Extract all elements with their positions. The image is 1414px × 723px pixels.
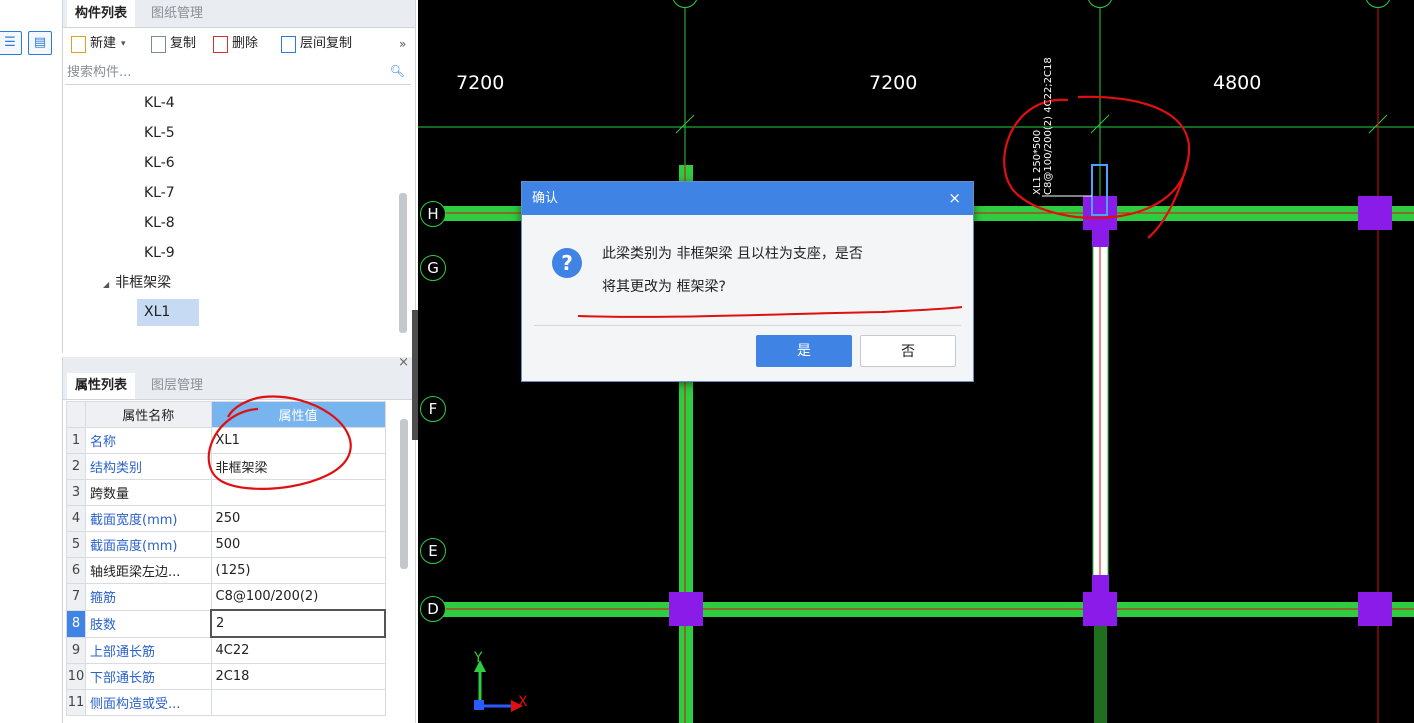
floor-copy-button[interactable]: 层间复制	[281, 34, 352, 54]
axis-label-e: E	[420, 538, 446, 564]
dimension-4800: 4800	[1213, 72, 1262, 94]
component-list-panel: 构件列表 图纸管理 新建 ▾ 复制 删除 层间复制 » 🔍︎ KL-4 KL-5…	[62, 0, 416, 353]
new-file-icon	[71, 35, 86, 53]
tree-item-kl6[interactable]: KL-6	[144, 151, 175, 175]
copy-button[interactable]: 复制	[151, 34, 196, 54]
search-icon[interactable]: 🔍︎	[390, 64, 405, 78]
form-view-icon[interactable]: ▤	[28, 31, 52, 55]
beam-annotation-line1: XL1 250*500	[1032, 129, 1043, 195]
tree-item-kl8[interactable]: KL-8	[144, 211, 175, 235]
expand-arrow-icon[interactable]: ◢	[103, 280, 109, 289]
no-button[interactable]: 否	[860, 335, 956, 367]
dimension-7200-a: 7200	[456, 72, 505, 94]
copy-icon	[151, 35, 166, 53]
axis-label-g: G	[420, 255, 446, 281]
tree-scrollbar[interactable]	[399, 193, 407, 333]
axis-label-f: F	[420, 396, 446, 422]
tree-item-kl7[interactable]: KL-7	[144, 181, 175, 205]
property-list-panel: × 属性列表 图层管理 属性名称 属性值 1 名称 XL1 2 结构类别 非框架梁 3跨…	[62, 355, 416, 723]
dropdown-arrow-icon[interactable]: ▾	[121, 34, 126, 54]
tree-item-xl1-selected[interactable]: XL1	[137, 299, 199, 326]
axis-label-d: D	[420, 596, 446, 622]
ucs-x-label: X	[518, 694, 528, 710]
delete-icon	[213, 35, 228, 53]
group-label: 非框架梁	[115, 275, 172, 291]
beam-annotation-line2: C8@100/200(2) 4C22;2C18	[1043, 57, 1054, 195]
list-view-icon[interactable]: ☰	[0, 31, 22, 55]
ucs-y-label: Y	[474, 650, 483, 666]
component-tabbar: 构件列表 图纸管理	[63, 0, 415, 28]
left-tool-strip: ☰ ▤	[0, 0, 62, 723]
delete-label: 删除	[232, 36, 259, 51]
more-tools-icon[interactable]: »	[399, 34, 406, 54]
yes-button[interactable]: 是	[756, 335, 852, 367]
floor-copy-label: 层间复制	[300, 36, 353, 51]
tree-item-kl9[interactable]: KL-9	[144, 241, 175, 265]
component-search: 🔍︎	[65, 62, 411, 85]
beam-annotation: XL1 250*500 C8@100/200(2) 4C22;2C18	[1032, 57, 1054, 195]
search-input[interactable]	[65, 62, 377, 82]
dialog-divider	[534, 325, 961, 326]
tab-component-list[interactable]: 构件列表	[67, 0, 136, 27]
component-toolbar: 新建 ▾ 复制 删除 层间复制 »	[63, 30, 415, 58]
dimension-7200-b: 7200	[869, 72, 918, 94]
floor-copy-icon	[281, 35, 296, 53]
tab-drawing-management[interactable]: 图纸管理	[143, 0, 211, 27]
new-button[interactable]: 新建 ▾	[71, 34, 126, 54]
confirm-dialog: 确认 × ? 此梁类别为 非框架梁 且以柱为支座，是否 将其更改为 框架梁? 是…	[521, 181, 974, 382]
delete-button[interactable]: 删除	[213, 34, 258, 54]
tree-item-kl5[interactable]: KL-5	[144, 121, 175, 145]
new-label: 新建	[90, 36, 117, 51]
tree-group-non-frame-beam[interactable]: ◢ 非框架梁	[103, 271, 171, 295]
red-markup-circle-property	[207, 395, 352, 490]
copy-label: 复制	[170, 36, 197, 51]
tree-item-kl4[interactable]: KL-4	[144, 91, 175, 115]
axis-label-h: H	[420, 201, 446, 227]
